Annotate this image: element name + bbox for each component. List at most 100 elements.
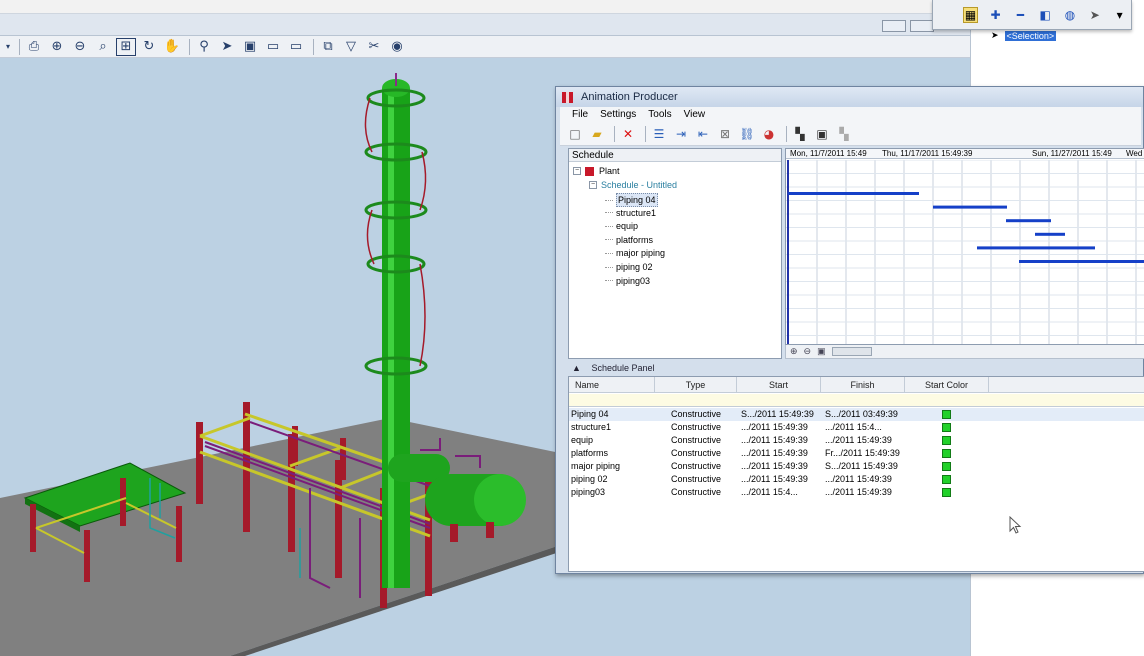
indent-icon[interactable]: ⇥ <box>672 126 690 142</box>
filter-icon[interactable]: ▽ <box>341 38 361 56</box>
tools-icon[interactable]: ✂ <box>364 38 384 56</box>
color-icon[interactable]: ◕ <box>760 126 778 142</box>
dropdown-arrow-icon[interactable]: ▾ <box>4 38 12 56</box>
table-row[interactable]: piping03 Constructive .../2011 15:4... .../… <box>569 486 1144 499</box>
table-row[interactable]: piping 02 Constructive .../2011 15:49:39..… <box>569 473 1144 486</box>
schedule-panel-caption[interactable]: ▲ Schedule Panel <box>568 361 1144 375</box>
tree-item[interactable]: structure1 <box>605 207 656 219</box>
globe-icon[interactable]: ◍ <box>1063 7 1078 23</box>
window-titlebar[interactable]: Animation Producer <box>556 87 1143 107</box>
menu-view[interactable]: View <box>684 109 706 120</box>
horizontal-scrollbar[interactable] <box>831 347 872 356</box>
column-header-start[interactable]: Start <box>737 377 821 393</box>
view-3-icon[interactable]: ▭ <box>286 38 306 56</box>
open-folder-icon[interactable]: ▰ <box>588 126 606 142</box>
cell-name: equip <box>571 435 594 445</box>
toolbar-separator <box>313 38 314 55</box>
column-header-type[interactable]: Type <box>655 377 737 393</box>
producer-toolbar: □ ▰ ✕ ☰ ⇥ ⇤ ⊠ ⛓ ◕ ▚ ▣ ▚ <box>560 122 1141 146</box>
cell-name: platforms <box>571 448 609 458</box>
chevron-down-icon[interactable]: ▾ <box>1112 7 1127 23</box>
gantt-chart[interactable]: Mon, 11/7/2011 15:49 Thu, 11/17/2011 15:… <box>785 148 1144 345</box>
minimize-viewport-button[interactable] <box>882 20 906 32</box>
remove-icon[interactable]: ━ <box>1013 7 1028 23</box>
tree-label-schedule: Schedule - Untitled <box>601 180 678 190</box>
link-icon[interactable]: ⛓ <box>738 126 756 142</box>
select-icon[interactable]: ➤ <box>217 38 237 56</box>
fit-icon[interactable]: ▣ <box>817 346 826 357</box>
column-header-finish[interactable]: Finish <box>821 377 905 393</box>
fit-view-icon[interactable]: ⊞ <box>116 37 136 56</box>
start-color-swatch[interactable] <box>942 449 951 458</box>
new-icon[interactable]: □ <box>566 126 584 142</box>
clip-icon[interactable]: ⧉ <box>318 38 338 56</box>
table-row[interactable]: major piping Constructive .../2011 15:49:3… <box>569 460 1144 473</box>
tree-node-plant[interactable]: − Plant <box>573 165 620 177</box>
start-color-swatch[interactable] <box>942 462 951 471</box>
unlink-icon[interactable]: ⊠ <box>716 126 734 142</box>
walk-icon[interactable]: ⚲ <box>194 38 214 56</box>
cell-finish: Fr.../2011 15:49:39 <box>825 448 900 458</box>
zoom-in-icon[interactable]: ⊕ <box>47 38 67 56</box>
delete-icon[interactable]: ✕ <box>619 126 637 142</box>
start-color-swatch[interactable] <box>942 410 951 419</box>
layout-icon[interactable]: ▚ <box>835 126 853 142</box>
menu-settings[interactable]: Settings <box>600 109 636 120</box>
grid-icon[interactable]: ▦ <box>963 6 979 23</box>
cell-type: Constructive <box>671 448 722 458</box>
tree-item[interactable]: Piping 04 <box>605 193 658 207</box>
start-color-swatch[interactable] <box>942 488 951 497</box>
print-icon[interactable]: ⎙ <box>24 38 44 56</box>
pan-hand-icon[interactable]: ✋ <box>162 38 182 56</box>
table-row[interactable]: platforms Constructive .../2011 15:49:39 Fr… <box>569 447 1144 460</box>
tree-node-schedule[interactable]: − Schedule - Untitled <box>589 179 677 191</box>
start-color-swatch[interactable] <box>942 423 951 432</box>
save-icon[interactable]: ◧ <box>1038 7 1053 23</box>
collapse-arrow-icon[interactable]: ▲ <box>572 363 581 373</box>
start-color-swatch[interactable] <box>942 475 951 484</box>
mouse-cursor-icon <box>1009 516 1022 534</box>
rotate-view-icon[interactable]: ↻ <box>139 38 159 56</box>
app-logo-icon <box>562 91 573 103</box>
gantt-timeline-header: Mon, 11/7/2011 15:49 Thu, 11/17/2011 15:… <box>786 149 1144 159</box>
cell-name: Piping 04 <box>571 409 609 419</box>
table-row[interactable]: equip Constructive .../2011 15:49:39 .../20… <box>569 434 1144 447</box>
column-header-name[interactable]: Name <box>569 377 655 393</box>
add-icon[interactable]: ✚ <box>988 7 1003 23</box>
tree-item[interactable]: major piping <box>605 247 665 259</box>
tree-item[interactable]: platforms <box>605 234 653 246</box>
zoom-in-icon[interactable]: ⊕ <box>790 346 798 357</box>
view-2-icon[interactable]: ▭ <box>263 38 283 56</box>
zoom-out-icon[interactable]: ⊖ <box>804 346 812 357</box>
viewport-tabstrip <box>0 14 970 36</box>
render-icon[interactable]: ◉ <box>387 38 407 56</box>
gantt-task-bar <box>1006 219 1051 223</box>
cell-type: Constructive <box>671 409 722 419</box>
restore-viewport-button[interactable] <box>910 20 934 32</box>
menu-file[interactable]: File <box>572 109 588 120</box>
collapse-icon[interactable]: − <box>573 167 581 175</box>
tree-item-label: Piping 04 <box>616 193 658 207</box>
cell-start: .../2011 15:49:39 <box>741 422 808 432</box>
collapse-icon[interactable]: − <box>589 181 597 189</box>
tree-item[interactable]: piping 02 <box>605 261 653 273</box>
grid-filter-row[interactable] <box>569 394 1144 407</box>
cursor-arrow-icon: ➤ <box>991 30 999 40</box>
preview-icon[interactable]: ▣ <box>813 126 831 142</box>
table-row[interactable]: Piping 04 Constructive S.../2011 15:49:39 S… <box>569 408 1144 421</box>
outdent-icon[interactable]: ⇤ <box>694 126 712 142</box>
tree-item[interactable]: equip <box>605 220 638 232</box>
pointer-icon[interactable]: ➤ <box>1087 7 1102 23</box>
column-header-start-color[interactable]: Start Color <box>905 377 989 393</box>
start-color-swatch[interactable] <box>942 436 951 445</box>
add-task-icon[interactable]: ☰ <box>650 126 668 142</box>
menu-tools[interactable]: Tools <box>648 109 671 120</box>
zoom-out-icon[interactable]: ⊖ <box>70 38 90 56</box>
selection-label[interactable]: <Selection> <box>1004 30 1057 41</box>
grid-view-icon[interactable]: ▚ <box>791 126 809 142</box>
view-1-icon[interactable]: ▣ <box>240 38 260 56</box>
tree-item[interactable]: piping03 <box>605 275 650 287</box>
zoom-window-icon[interactable]: ⌕ <box>93 38 113 56</box>
table-row[interactable]: structure1 Constructive .../2011 15:49:39.… <box>569 421 1144 434</box>
gantt-zoom-bar: ⊕ ⊖ ▣ <box>785 345 1144 359</box>
